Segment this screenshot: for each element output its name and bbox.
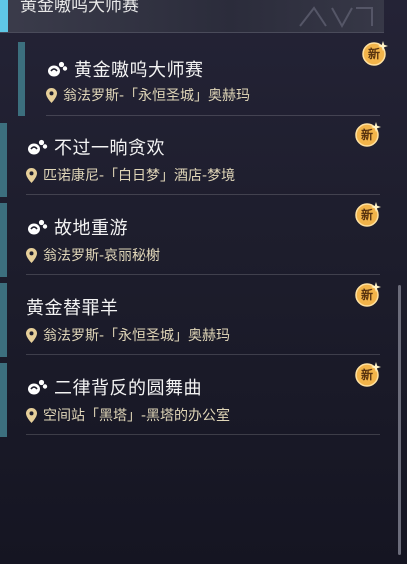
partial-quest-title: 黄金嗷呜大师赛	[20, 0, 139, 16]
quest-location: 翁法罗斯-「永恒圣城」奥赫玛	[43, 328, 231, 344]
quest-name: 故地重游	[54, 218, 128, 239]
quest-item-4[interactable]: 黄金替罪羊 翁法罗斯-「永恒圣城」奥赫玛 新	[0, 280, 382, 357]
location-pin-icon	[26, 247, 37, 263]
quest-location: 翁法罗斯-哀丽秘榭	[43, 248, 161, 264]
location-pin-icon	[46, 87, 57, 103]
quest-item-3[interactable]: 故地重游 翁法罗斯-哀丽秘榭 新	[0, 200, 382, 277]
divider	[46, 115, 380, 116]
quest-name: 黄金替罪羊	[26, 298, 119, 319]
selected-accent-bar	[0, 0, 8, 32]
new-star-badge-icon: 新	[352, 200, 382, 230]
quest-paw-icon	[28, 219, 48, 235]
divider	[26, 354, 380, 355]
new-star-badge-icon: 新	[352, 120, 382, 150]
previous-quest-card-partial[interactable]: 黄金嗷呜大师赛	[0, 0, 384, 33]
quest-location: 空间站「黑塔」-黑塔的办公室	[43, 408, 231, 424]
divider	[26, 434, 380, 435]
quest-paw-icon	[28, 379, 48, 395]
new-star-badge-icon: 新	[359, 39, 389, 69]
quest-item-bar	[0, 203, 7, 277]
divider	[26, 194, 380, 195]
quest-name: 二律背反的圆舞曲	[54, 378, 202, 399]
quest-paw-icon	[48, 61, 68, 77]
quest-item-bar	[0, 283, 7, 357]
quest-paw-icon	[28, 139, 48, 155]
quest-item-bar	[0, 123, 7, 197]
quest-item-bar	[0, 363, 7, 437]
quest-name: 黄金嗷呜大师赛	[74, 60, 204, 81]
quest-location: 翁法罗斯-「永恒圣城」奥赫玛	[63, 88, 251, 104]
scrollbar[interactable]	[398, 285, 401, 555]
quest-item-5[interactable]: 二律背反的圆舞曲 空间站「黑塔」-黑塔的办公室 新	[0, 360, 382, 437]
location-pin-icon	[26, 407, 37, 423]
quest-location: 匹诺康尼-「白日梦」酒店-梦境	[43, 168, 236, 184]
location-pin-icon	[26, 167, 37, 183]
quest-name: 不过一晌贪欢	[54, 138, 165, 159]
new-star-badge-icon: 新	[352, 360, 382, 390]
new-star-badge-icon: 新	[352, 280, 382, 310]
quest-item-1[interactable]: 黄金嗷呜大师赛 翁法罗斯-「永恒圣城」奥赫玛 新	[0, 41, 388, 116]
quest-item-bar	[18, 42, 25, 116]
decorative-emblem-icon	[299, 6, 373, 29]
quest-item-2[interactable]: 不过一晌贪欢 匹诺康尼-「白日梦」酒店-梦境 新	[0, 120, 382, 197]
location-pin-icon	[26, 327, 37, 343]
divider	[26, 274, 380, 275]
